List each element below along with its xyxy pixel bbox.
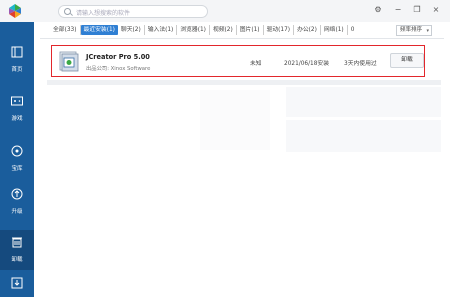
treasure-icon: [11, 145, 23, 157]
sidebar-item-upgrade[interactable]: 升级: [0, 182, 34, 222]
placeholder-block: [286, 120, 441, 152]
sidebar-item-home[interactable]: 首页: [0, 40, 34, 80]
placeholder-block: [200, 90, 270, 150]
tab-office[interactable]: 办公(2): [294, 25, 321, 35]
top-bar: 请输入想搜索的软件 ⚙ − ❐ ×: [0, 0, 450, 22]
sidebar-item-label: 卸载: [11, 257, 23, 263]
tab-input[interactable]: 输入法(1): [145, 25, 178, 35]
divider: [40, 38, 444, 39]
app-publisher: 出品公司: Xinox Software: [86, 66, 151, 72]
search-icon: [64, 8, 71, 15]
upgrade-icon: [11, 188, 23, 200]
app-logo-icon: [9, 4, 21, 18]
row-shadow: [47, 80, 441, 85]
tab-recent[interactable]: 最近安装(1): [80, 25, 118, 35]
sidebar-item-label: 游戏: [11, 116, 23, 122]
tab-video[interactable]: 视频(2): [210, 25, 237, 35]
maximize-button[interactable]: ❐: [411, 4, 423, 16]
sidebar: 首页 游戏 宝库 升级 卸载: [0, 22, 34, 297]
search-box[interactable]: 请输入想搜索的软件: [58, 5, 208, 18]
usage-frequency: 3天内使用过: [344, 61, 377, 67]
tab-other[interactable]: 0: [348, 25, 358, 35]
app-size: 未知: [250, 61, 262, 67]
install-date: 2021/06/18安装: [284, 61, 330, 67]
category-tabs: 全部(33) 最近安装(1) 聊天(2) 输入法(1) 浏览器(1) 视频(2) 图片(1)…: [50, 25, 357, 35]
tab-browser[interactable]: 浏览器(1): [177, 25, 210, 35]
sidebar-item-label: 升级: [11, 209, 23, 215]
sidebar-item-download[interactable]: [0, 270, 34, 297]
sort-label: 频率排序: [400, 27, 423, 33]
tab-network[interactable]: 网络(1): [321, 25, 348, 35]
sidebar-item-treasure[interactable]: 宝库: [0, 139, 34, 179]
home-icon: [11, 46, 23, 58]
sidebar-item-uninstall[interactable]: 卸载: [0, 230, 34, 270]
sort-select[interactable]: 频率排序 ▾: [396, 25, 432, 36]
tab-image[interactable]: 图片(1): [237, 25, 264, 35]
tab-chat[interactable]: 聊天(2): [118, 25, 145, 35]
settings-icon[interactable]: ⚙: [372, 4, 384, 16]
sidebar-item-label: 宝库: [11, 166, 23, 172]
uninstall-button[interactable]: 卸载: [390, 53, 424, 68]
app-name: JCreator Pro 5.00: [86, 53, 150, 61]
minimize-button[interactable]: −: [392, 4, 404, 16]
table-row: JCreator Pro 5.00 出品公司: Xinox Software 未…: [51, 45, 425, 77]
gamepad-icon: [11, 96, 23, 106]
chevron-down-icon: ▾: [426, 28, 429, 34]
sidebar-item-label: 首页: [11, 67, 23, 73]
jcreator-app-icon: [59, 51, 79, 72]
download-icon: [11, 277, 23, 289]
placeholder-block: [286, 87, 441, 117]
trash-icon: [12, 237, 22, 248]
close-button[interactable]: ×: [430, 4, 442, 16]
search-placeholder: 请输入想搜索的软件: [76, 10, 131, 17]
tab-driver[interactable]: 驱动(17): [264, 25, 295, 35]
tab-all[interactable]: 全部(33): [50, 25, 81, 35]
sidebar-item-games[interactable]: 游戏: [0, 89, 34, 129]
